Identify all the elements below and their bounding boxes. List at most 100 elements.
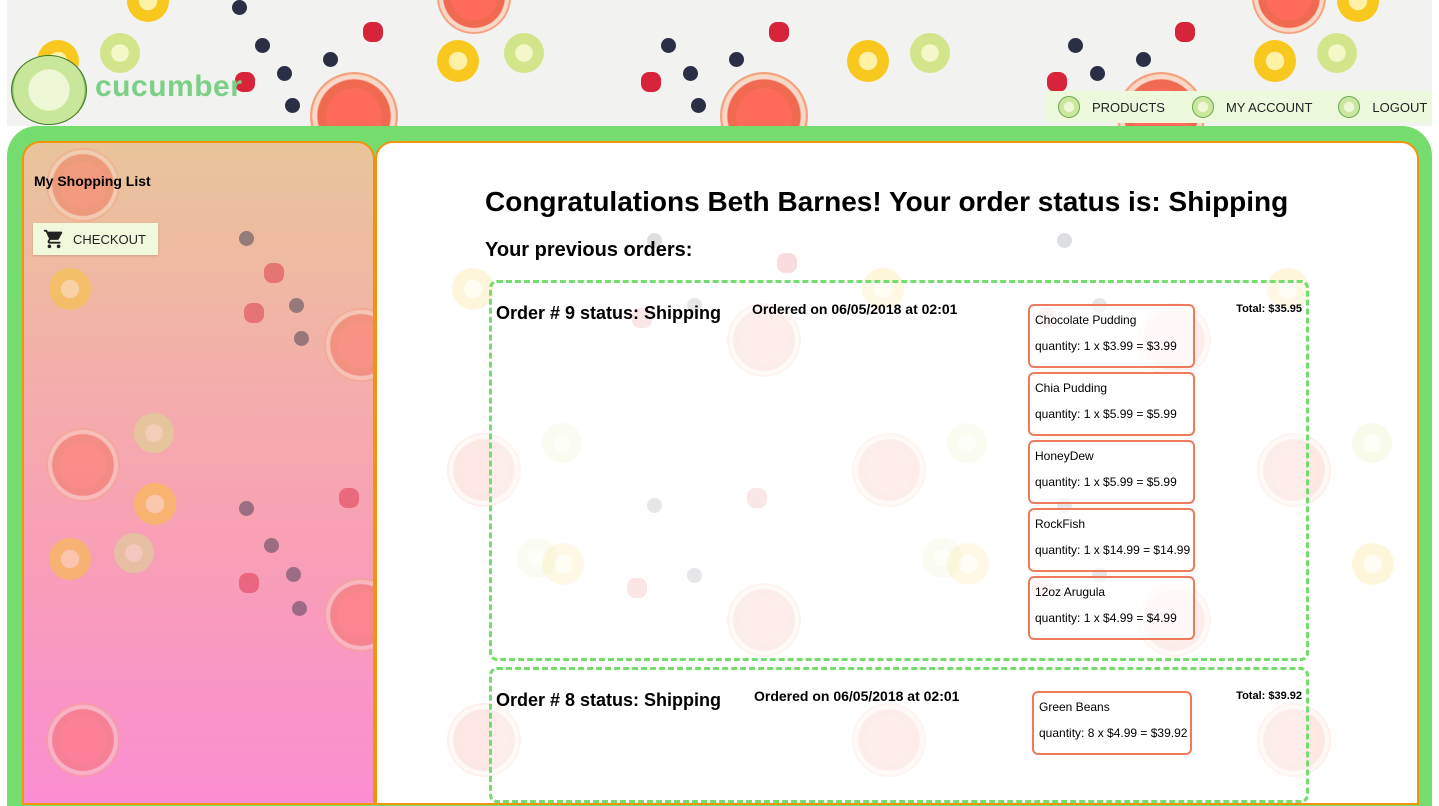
- page-title: Congratulations Beth Barnes! Your order …: [485, 186, 1289, 217]
- item-quantity: quantity: 1 x $5.99 = $5.99: [1035, 475, 1177, 489]
- raspberry-decoration: [1175, 22, 1195, 42]
- item-name: Green Beans: [1039, 700, 1110, 714]
- cucumber-icon: [1191, 96, 1214, 118]
- lime-decoration: [100, 33, 140, 73]
- order-item: HoneyDew quantity: 1 x $5.99 = $5.99: [1028, 440, 1195, 504]
- nav-my-account-label: MY ACCOUNT: [1225, 99, 1313, 115]
- nav-my-account[interactable]: MY ACCOUNT: [1191, 91, 1313, 123]
- previous-orders-heading: Your previous orders:: [485, 239, 693, 261]
- lime-decoration: [1317, 33, 1357, 73]
- orders-panel: Congratulations Beth Barnes! Your order …: [375, 141, 1419, 805]
- top-nav: PRODUCTS MY ACCOUNT LOGOUT: [1046, 91, 1432, 123]
- order-item: RockFish quantity: 1 x $14.99 = $14.99: [1028, 508, 1195, 572]
- order-item: Chia Pudding quantity: 1 x $5.99 = $5.99: [1028, 372, 1195, 436]
- order-status: Order # 9 status: Shipping: [496, 303, 722, 323]
- item-quantity: quantity: 1 x $5.99 = $5.99: [1035, 407, 1177, 421]
- brand-name[interactable]: cucumber: [95, 70, 242, 104]
- grapefruit-decoration: [46, 428, 120, 502]
- blueberry-decoration: [729, 52, 744, 67]
- raspberry-decoration: [363, 22, 383, 42]
- blueberry-decoration: [285, 98, 300, 113]
- lime-decoration: [504, 33, 544, 73]
- order-total: Total: $35.95: [1236, 303, 1302, 315]
- blueberry-decoration: [1090, 66, 1105, 81]
- raspberry-decoration: [777, 253, 797, 273]
- nav-logout[interactable]: LOGOUT: [1338, 91, 1427, 123]
- item-quantity: quantity: 1 x $14.99 = $14.99: [1035, 543, 1191, 557]
- lemon-decoration: [49, 538, 91, 580]
- raspberry-decoration: [264, 263, 284, 283]
- cucumber-icon: [1058, 96, 1080, 118]
- item-quantity: quantity: 1 x $3.99 = $3.99: [1035, 339, 1177, 353]
- nav-products-label: PRODUCTS: [1092, 99, 1165, 115]
- raspberry-decoration: [239, 573, 259, 593]
- shopping-list-title: My Shopping List: [34, 173, 151, 189]
- blueberry-decoration: [277, 66, 292, 81]
- order-card: Order # 8 status: Shipping Ordered on 06…: [489, 667, 1309, 803]
- lemon-decoration: [134, 483, 176, 525]
- lime-decoration: [1352, 423, 1392, 463]
- grapefruit-decoration: [324, 308, 373, 382]
- lemon-decoration: [1337, 0, 1379, 22]
- order-status: Order # 8 status: Shipping: [496, 690, 722, 710]
- blueberry-decoration: [661, 38, 676, 53]
- blueberry-decoration: [683, 66, 698, 81]
- blueberry-decoration: [1136, 52, 1151, 67]
- lemon-decoration: [437, 40, 479, 82]
- order-item: Green Beans quantity: 8 x $4.99 = $39.92: [1032, 691, 1192, 755]
- blueberry-decoration: [1068, 38, 1083, 53]
- lemon-decoration: [49, 268, 91, 310]
- nav-logout-label: LOGOUT: [1372, 99, 1428, 115]
- order-date: Ordered on 06/05/2018 at 02:01: [752, 301, 958, 317]
- grapefruit-decoration: [720, 72, 808, 126]
- grapefruit-decoration: [324, 578, 373, 652]
- blueberry-decoration: [255, 38, 270, 53]
- lemon-decoration: [452, 268, 494, 310]
- checkout-label: CHECKOUT: [73, 231, 146, 247]
- blueberry-decoration: [286, 567, 301, 582]
- order-item: Chocolate Pudding quantity: 1 x $3.99 = …: [1028, 304, 1195, 368]
- blueberry-decoration: [232, 0, 247, 15]
- blueberry-decoration: [292, 601, 307, 616]
- blueberry-decoration: [323, 52, 338, 67]
- raspberry-decoration: [641, 72, 661, 92]
- cucumber-logo-icon[interactable]: [11, 55, 87, 125]
- raspberry-decoration: [339, 488, 359, 508]
- item-name: HoneyDew: [1035, 449, 1094, 463]
- lime-decoration: [910, 33, 950, 73]
- blueberry-decoration: [691, 98, 706, 113]
- order-item: 12oz Arugula quantity: 1 x $4.99 = $4.99: [1028, 576, 1195, 640]
- order-total: Total: $39.92: [1236, 690, 1302, 702]
- lemon-decoration: [127, 0, 169, 22]
- order-date: Ordered on 06/05/2018 at 02:01: [754, 688, 960, 704]
- blueberry-decoration: [1057, 233, 1072, 248]
- checkout-button[interactable]: CHECKOUT: [33, 223, 158, 255]
- lime-decoration: [114, 533, 154, 573]
- grapefruit-decoration: [437, 0, 511, 34]
- item-name: RockFish: [1035, 517, 1086, 531]
- raspberry-decoration: [244, 303, 264, 323]
- item-quantity: quantity: 8 x $4.99 = $39.92: [1039, 726, 1188, 740]
- blueberry-decoration: [239, 231, 254, 246]
- blueberry-decoration: [264, 538, 279, 553]
- raspberry-decoration: [1047, 72, 1067, 92]
- cucumber-icon: [1338, 96, 1361, 118]
- lemon-decoration: [1352, 543, 1394, 585]
- lemon-decoration: [1254, 40, 1296, 82]
- grapefruit-decoration: [1252, 0, 1326, 34]
- item-name: 12oz Arugula: [1035, 585, 1106, 599]
- blueberry-decoration: [289, 298, 304, 313]
- blueberry-decoration: [294, 331, 309, 346]
- item-name: Chia Pudding: [1035, 381, 1108, 395]
- blueberry-decoration: [239, 501, 254, 516]
- lime-decoration: [134, 413, 174, 453]
- lemon-decoration: [847, 40, 889, 82]
- nav-products[interactable]: PRODUCTS: [1058, 91, 1165, 123]
- item-name: Chocolate Pudding: [1035, 313, 1137, 327]
- cart-icon: [43, 229, 63, 249]
- grapefruit-decoration: [46, 703, 120, 777]
- order-card: Order # 9 status: Shipping Ordered on 06…: [489, 280, 1309, 661]
- item-quantity: quantity: 1 x $4.99 = $4.99: [1035, 611, 1177, 625]
- raspberry-decoration: [769, 22, 789, 42]
- grapefruit-decoration: [310, 72, 398, 126]
